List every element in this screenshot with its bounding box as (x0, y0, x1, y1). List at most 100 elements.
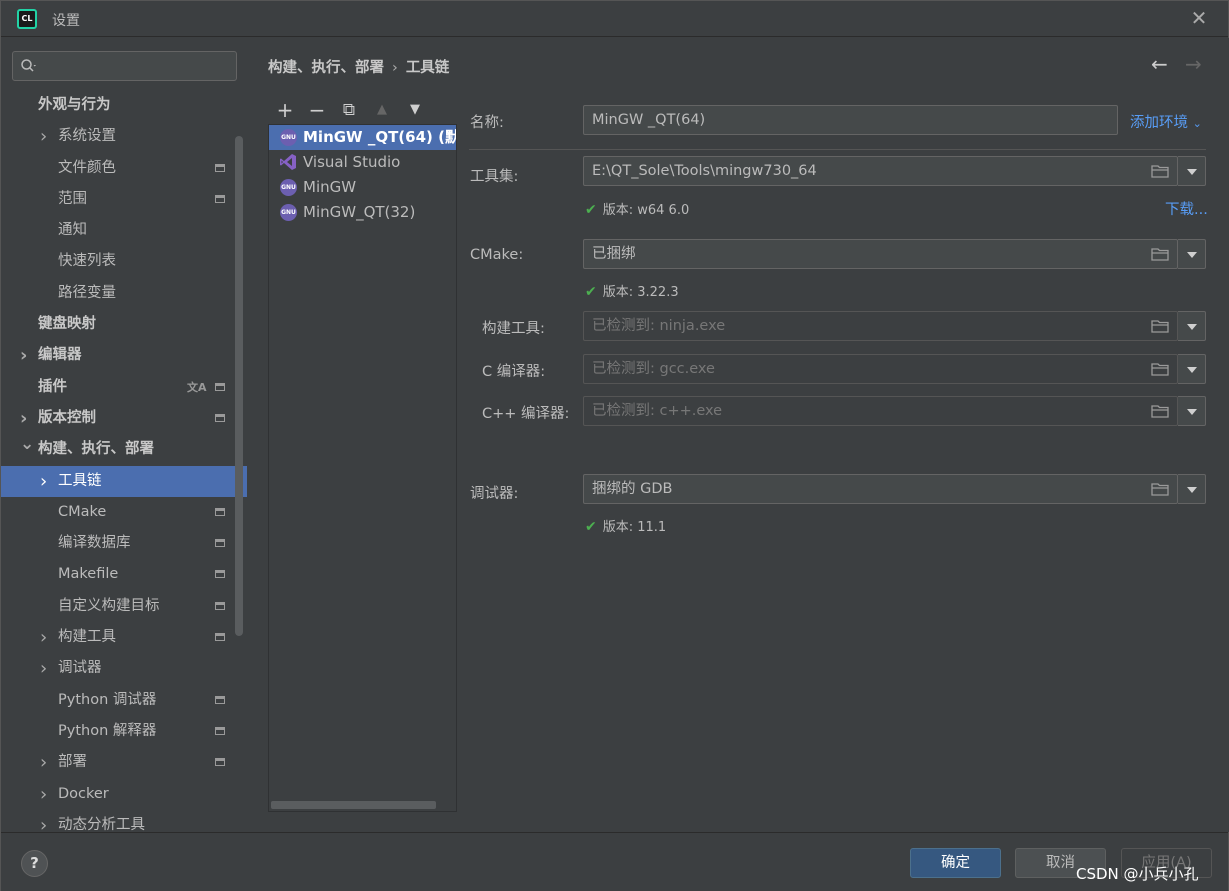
chevron-right-icon[interactable]: › (40, 466, 47, 497)
ok-button[interactable]: 确定 (910, 848, 1001, 878)
sidebar-item[interactable]: 键盘映射 (1, 309, 247, 340)
toolchain-toolbar: + − ⧉ ▲ ▼ (269, 98, 457, 124)
cpp-compiler-label: C++ 编译器: (482, 406, 570, 422)
project-scope-icon (215, 758, 225, 767)
add-environment-link[interactable]: 添加环境 ⌄ (1130, 111, 1202, 132)
gnu-icon: GNU (280, 204, 297, 221)
c-compiler-label: C 编译器: (482, 364, 546, 380)
sidebar-item[interactable]: › 版本控制 (1, 403, 247, 434)
breadcrumb-parent[interactable]: 构建、执行、部署 (268, 60, 384, 76)
debugger-field[interactable]: 捆绑的 GDB (583, 474, 1178, 504)
project-scope-icon (215, 726, 225, 735)
sidebar-item-label: 键盘映射 (38, 316, 96, 333)
toolset-field[interactable]: E:\QT_Sole\Tools\mingw730_64 (583, 156, 1178, 186)
chevron-right-icon[interactable]: › (40, 653, 47, 684)
add-toolchain-button[interactable]: + (273, 98, 297, 122)
project-scope-icon (215, 382, 225, 391)
sidebar-item[interactable]: 路径变量 (1, 278, 247, 309)
sidebar-item[interactable]: 范围 (1, 184, 247, 215)
sidebar-item[interactable]: › 工具链 (1, 465, 247, 497)
sidebar-item[interactable]: › 构建工具 (1, 622, 247, 653)
sidebar-item[interactable]: Python 调试器 (1, 685, 247, 716)
cmake-value: 已捆绑 (592, 246, 636, 262)
folder-icon[interactable] (1151, 362, 1169, 376)
sidebar-item[interactable]: › 调试器 (1, 653, 247, 684)
cmake-field[interactable]: 已捆绑 (583, 239, 1178, 269)
sidebar-item-label: 文件颜色 (58, 159, 116, 176)
debugger-version: ✔ 版本: 11.1 (585, 516, 666, 535)
sidebar-item[interactable]: CMake (1, 497, 247, 528)
sidebar-item[interactable]: 插件 文A (1, 372, 247, 403)
c-compiler-field[interactable]: 已检测到: gcc.exe (583, 354, 1178, 384)
sidebar-item-label: Docker (58, 785, 109, 802)
cpp-compiler-field[interactable]: 已检测到: c++.exe (583, 396, 1178, 426)
breadcrumb-separator: › (392, 60, 398, 76)
toolchain-item-mingw-qt32[interactable]: GNU MinGW_QT(32) (269, 200, 456, 225)
folder-icon[interactable] (1151, 247, 1169, 261)
sidebar-item[interactable]: › 部署 (1, 747, 247, 778)
visual-studio-icon (280, 154, 296, 170)
remove-toolchain-button[interactable]: − (305, 98, 329, 122)
settings-tree: 外观与行为 › 系统设置文件颜色范围 通知 快速列表 路径变量键盘映射 › 编辑器 插件 文A › 版… (1, 90, 247, 841)
c-compiler-dropdown-button[interactable] (1178, 354, 1206, 384)
close-icon[interactable]: ✕ (1190, 8, 1208, 28)
check-icon: ✔ (585, 519, 597, 535)
sidebar-item[interactable]: › 编辑器 (1, 340, 247, 371)
chevron-right-icon[interactable]: › (40, 779, 47, 810)
sidebar-item[interactable]: › 系统设置 (1, 121, 247, 152)
sidebar-item[interactable]: 外观与行为 (1, 90, 247, 121)
download-link[interactable]: 下载... (1165, 198, 1208, 219)
add-environment-label: 添加环境 (1130, 115, 1188, 131)
help-button[interactable]: ? (21, 850, 48, 877)
sidebar-item[interactable]: Makefile (1, 559, 247, 590)
chevron-right-icon[interactable]: › (40, 121, 47, 152)
project-scope-icon (215, 413, 225, 422)
folder-icon[interactable] (1151, 164, 1169, 178)
sidebar-item[interactable]: 文件颜色 (1, 153, 247, 184)
chevron-right-icon[interactable]: › (40, 747, 47, 778)
settings-sidebar: 外观与行为 › 系统设置文件颜色范围 通知 快速列表 路径变量键盘映射 › 编辑器 插件 文A › 版… (1, 38, 247, 836)
sidebar-item[interactable]: 快速列表 (1, 246, 247, 277)
window-title: 设置 (52, 13, 80, 29)
sidebar-item[interactable]: 自定义构建目标 (1, 591, 247, 622)
toolchain-item-visual-studio[interactable]: Visual Studio (269, 150, 456, 175)
name-field[interactable]: MinGW _QT(64) (583, 105, 1118, 135)
sidebar-item-label: 工具链 (58, 472, 102, 489)
name-separator (469, 149, 1206, 150)
sidebar-item[interactable]: ⌄ 构建、执行、部署 (1, 434, 247, 465)
toolset-value: E:\QT_Sole\Tools\mingw730_64 (592, 163, 817, 179)
check-icon: ✔ (585, 202, 597, 218)
build-tool-field[interactable]: 已检测到: ninja.exe (583, 311, 1178, 341)
sidebar-item[interactable]: 编译数据库 (1, 528, 247, 559)
move-down-button[interactable]: ▼ (403, 98, 427, 122)
toolset-dropdown-button[interactable] (1178, 156, 1206, 186)
sidebar-item[interactable]: Python 解释器 (1, 716, 247, 747)
folder-icon[interactable] (1151, 482, 1169, 496)
cmake-version: ✔ 版本: 3.22.3 (585, 281, 679, 300)
copy-toolchain-button[interactable]: ⧉ (337, 98, 361, 122)
project-scope-icon (215, 633, 225, 642)
chevron-down-icon[interactable]: ⌄ (20, 429, 34, 460)
cmake-label: CMake: (470, 247, 524, 263)
chevron-right-icon[interactable]: › (40, 622, 47, 653)
sidebar-scrollbar[interactable] (235, 136, 243, 636)
cmake-dropdown-button[interactable] (1178, 239, 1206, 269)
chevron-right-icon[interactable]: › (20, 340, 27, 371)
move-up-button: ▲ (377, 102, 387, 117)
folder-icon[interactable] (1151, 404, 1169, 418)
cpp-compiler-dropdown-button[interactable] (1178, 396, 1206, 426)
search-input[interactable] (12, 51, 237, 81)
sidebar-item[interactable]: › Docker (1, 779, 247, 810)
folder-icon[interactable] (1151, 319, 1169, 333)
debugger-dropdown-button[interactable] (1178, 474, 1206, 504)
sidebar-item[interactable]: 通知 (1, 215, 247, 246)
debugger-version-text: 版本: 11.1 (602, 520, 667, 535)
toolset-version: ✔ 版本: w64 6.0 (585, 199, 689, 218)
project-scope-icon (215, 601, 225, 610)
back-arrow-icon[interactable]: ← (1151, 52, 1168, 76)
toolchain-list-scrollbar[interactable] (271, 801, 436, 809)
toolchain-label: Visual Studio (303, 153, 401, 171)
toolchain-item-mingw[interactable]: GNU MinGW (269, 175, 456, 200)
build-tool-dropdown-button[interactable] (1178, 311, 1206, 341)
toolchain-item-mingw-qt64[interactable]: GNU MinGW _QT(64) (默认) (269, 125, 456, 150)
